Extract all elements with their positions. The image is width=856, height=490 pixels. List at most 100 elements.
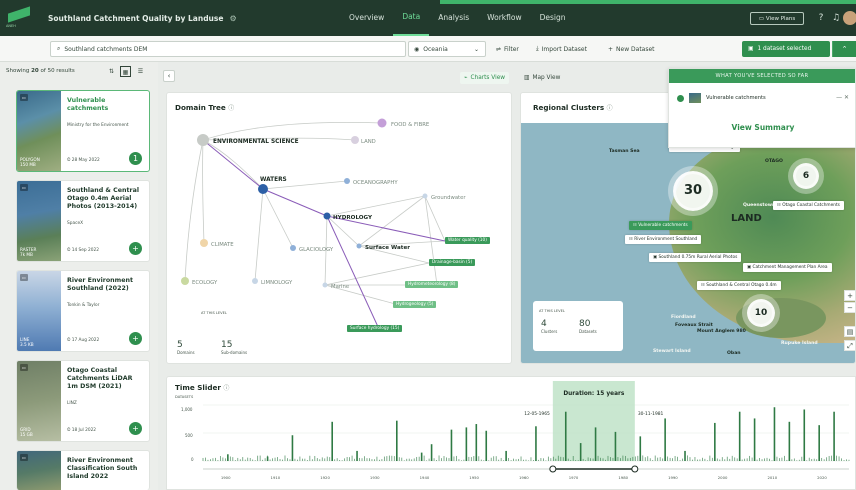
nav-analysis[interactable]: Analysis bbox=[429, 0, 478, 36]
bar bbox=[607, 455, 609, 461]
subdomains-stat: 15 Sub-domains bbox=[221, 340, 248, 355]
logo[interactable]: ANEH bbox=[6, 6, 32, 28]
bar bbox=[465, 427, 468, 461]
bar bbox=[493, 456, 495, 461]
info-icon[interactable]: ⓘ bbox=[607, 105, 613, 112]
grid-view-icon[interactable]: ▦ bbox=[120, 66, 131, 77]
view-summary-link[interactable]: View Summary bbox=[669, 123, 856, 132]
dataset-card[interactable]: ▭ POLYGON 150 MB Vulnerable catchments Min… bbox=[16, 90, 150, 172]
node-climate bbox=[200, 239, 208, 247]
selected-count-badge[interactable]: 1 bbox=[129, 152, 142, 165]
bar bbox=[672, 458, 673, 461]
subdomain-chip[interactable]: Hydrogeology (5) bbox=[393, 301, 437, 308]
bar bbox=[846, 459, 847, 461]
subdomain-chip[interactable]: Hydrometeorology (8) bbox=[405, 281, 459, 288]
bar bbox=[689, 457, 691, 461]
bar bbox=[793, 458, 795, 461]
cluster-marker[interactable]: 10 bbox=[747, 299, 775, 327]
nav-overview[interactable]: Overview bbox=[340, 0, 393, 36]
bar bbox=[324, 458, 326, 461]
dataset-card[interactable]: ▭ River Environment Classification South… bbox=[16, 450, 150, 490]
bar bbox=[741, 459, 743, 461]
map-dataset-label[interactable]: ▣ Catchment Management Plan Area bbox=[743, 263, 832, 272]
bar bbox=[639, 457, 641, 461]
map-icon: ▥ bbox=[524, 75, 530, 81]
nav-design[interactable]: Design bbox=[531, 0, 575, 36]
help-icon[interactable]: ? bbox=[814, 11, 828, 25]
end-date-label: 30-11-1981 bbox=[638, 411, 664, 417]
bar bbox=[662, 458, 664, 461]
new-dataset-button[interactable]: + New Dataset bbox=[608, 41, 655, 57]
dataset-card[interactable]: ▭ RASTER 7k MB Southland & Central Otago 0… bbox=[16, 180, 150, 262]
add-dataset-button[interactable]: + bbox=[129, 422, 142, 435]
label-limnology: LIMNOLOGY bbox=[261, 280, 293, 286]
main-nav: Overview Data Analysis Workflow Design bbox=[340, 0, 575, 36]
selected-datasets-button[interactable]: ▣ 1 dataset selected bbox=[742, 41, 830, 57]
label-land: LAND bbox=[361, 139, 376, 145]
bar bbox=[729, 458, 731, 461]
map-view-tab[interactable]: ▥ Map View bbox=[524, 72, 560, 84]
subdomain-chip[interactable]: Surface hydrology (15) bbox=[347, 325, 403, 332]
bar bbox=[356, 458, 358, 461]
time-histogram[interactable]: Duration: 15 years 12-05-1965 30-11-1981 bbox=[167, 377, 856, 490]
bar bbox=[291, 435, 294, 461]
map-dataset-label[interactable]: ☷ Otago Coastal Catchments bbox=[773, 201, 844, 210]
bar bbox=[339, 459, 341, 461]
avatar[interactable] bbox=[843, 11, 856, 25]
collapse-panel-button[interactable]: ‹ bbox=[163, 70, 175, 82]
filter-button[interactable]: ⇌ Filter bbox=[496, 41, 519, 57]
bar bbox=[520, 456, 522, 461]
sort-icon[interactable]: ⇅ bbox=[106, 66, 117, 77]
bell-icon[interactable]: ♫ bbox=[829, 11, 843, 25]
bar bbox=[423, 455, 425, 461]
bar bbox=[582, 458, 584, 461]
dataset-date: ⏲ 18 Jul 2022 bbox=[67, 428, 97, 433]
add-dataset-button[interactable]: + bbox=[129, 242, 142, 255]
bar bbox=[831, 455, 833, 461]
bar bbox=[751, 457, 753, 461]
bar bbox=[694, 457, 696, 461]
bar bbox=[376, 456, 378, 461]
bar bbox=[535, 426, 537, 461]
fullscreen-icon[interactable]: ⤢ bbox=[844, 340, 856, 351]
bar bbox=[746, 458, 748, 461]
list-view-icon[interactable]: ☰ bbox=[135, 66, 146, 77]
add-dataset-button[interactable]: + bbox=[129, 332, 142, 345]
cluster-marker[interactable]: 30 bbox=[673, 171, 713, 211]
bar bbox=[634, 456, 636, 461]
layers-icon: ▭ bbox=[20, 274, 28, 281]
map-dataset-label[interactable]: ▣ Southland 0.75m Rural Aerial Photos bbox=[649, 253, 742, 262]
charts-view-tab[interactable]: ⌁ Charts View bbox=[460, 72, 510, 84]
bar bbox=[624, 455, 626, 461]
bar bbox=[677, 456, 678, 461]
bar bbox=[525, 459, 527, 461]
view-plans-button[interactable]: ▭ View Plans bbox=[750, 12, 804, 25]
subdomain-chip[interactable]: Water quality (10) bbox=[445, 237, 490, 244]
search-input[interactable]: ⌕ Southland catchments DEM bbox=[50, 41, 406, 57]
region-select[interactable]: ◉ Oceania ⌄ bbox=[408, 41, 486, 57]
dataset-card[interactable]: ▭ GRID 15 GB Otago Coastal Catchments LiDA… bbox=[16, 360, 150, 442]
zoom-out-button[interactable]: − bbox=[844, 302, 856, 313]
project-title: Southland Catchment Quality by Landuse bbox=[48, 13, 224, 23]
bar bbox=[716, 458, 718, 461]
dataset-card[interactable]: ▭ LINE 3.5 KB River Environment Southland … bbox=[16, 270, 150, 352]
bar bbox=[808, 457, 810, 461]
import-dataset-button[interactable]: ⤓ Import Dataset bbox=[536, 41, 587, 57]
bar bbox=[386, 456, 388, 461]
map-dataset-label-selected[interactable]: ☷ Vulnerable catchments bbox=[629, 221, 692, 230]
layers-button-icon[interactable]: ▤ bbox=[844, 326, 856, 337]
remove-selected-icon[interactable]: — ✕ bbox=[836, 94, 849, 101]
settings-gear-icon[interactable]: ⚙ bbox=[229, 14, 236, 23]
nav-data[interactable]: Data bbox=[393, 0, 430, 36]
map-dataset-label[interactable]: ☷ Southland & Central Otago 0.4m bbox=[697, 281, 781, 290]
chevron-up-icon[interactable]: ⌃ bbox=[832, 41, 856, 57]
selected-item[interactable]: Vulnerable catchments bbox=[677, 93, 766, 103]
nav-workflow[interactable]: Workflow bbox=[478, 0, 530, 36]
bar bbox=[351, 455, 353, 461]
bar bbox=[642, 455, 644, 461]
map-dataset-label[interactable]: ☷ River Environment Southland bbox=[625, 235, 702, 244]
subdomain-chip[interactable]: Drainage-basin (5) bbox=[429, 259, 476, 266]
cluster-marker[interactable]: 6 bbox=[793, 163, 819, 189]
zoom-in-button[interactable]: + bbox=[844, 290, 856, 301]
bar bbox=[684, 458, 686, 461]
